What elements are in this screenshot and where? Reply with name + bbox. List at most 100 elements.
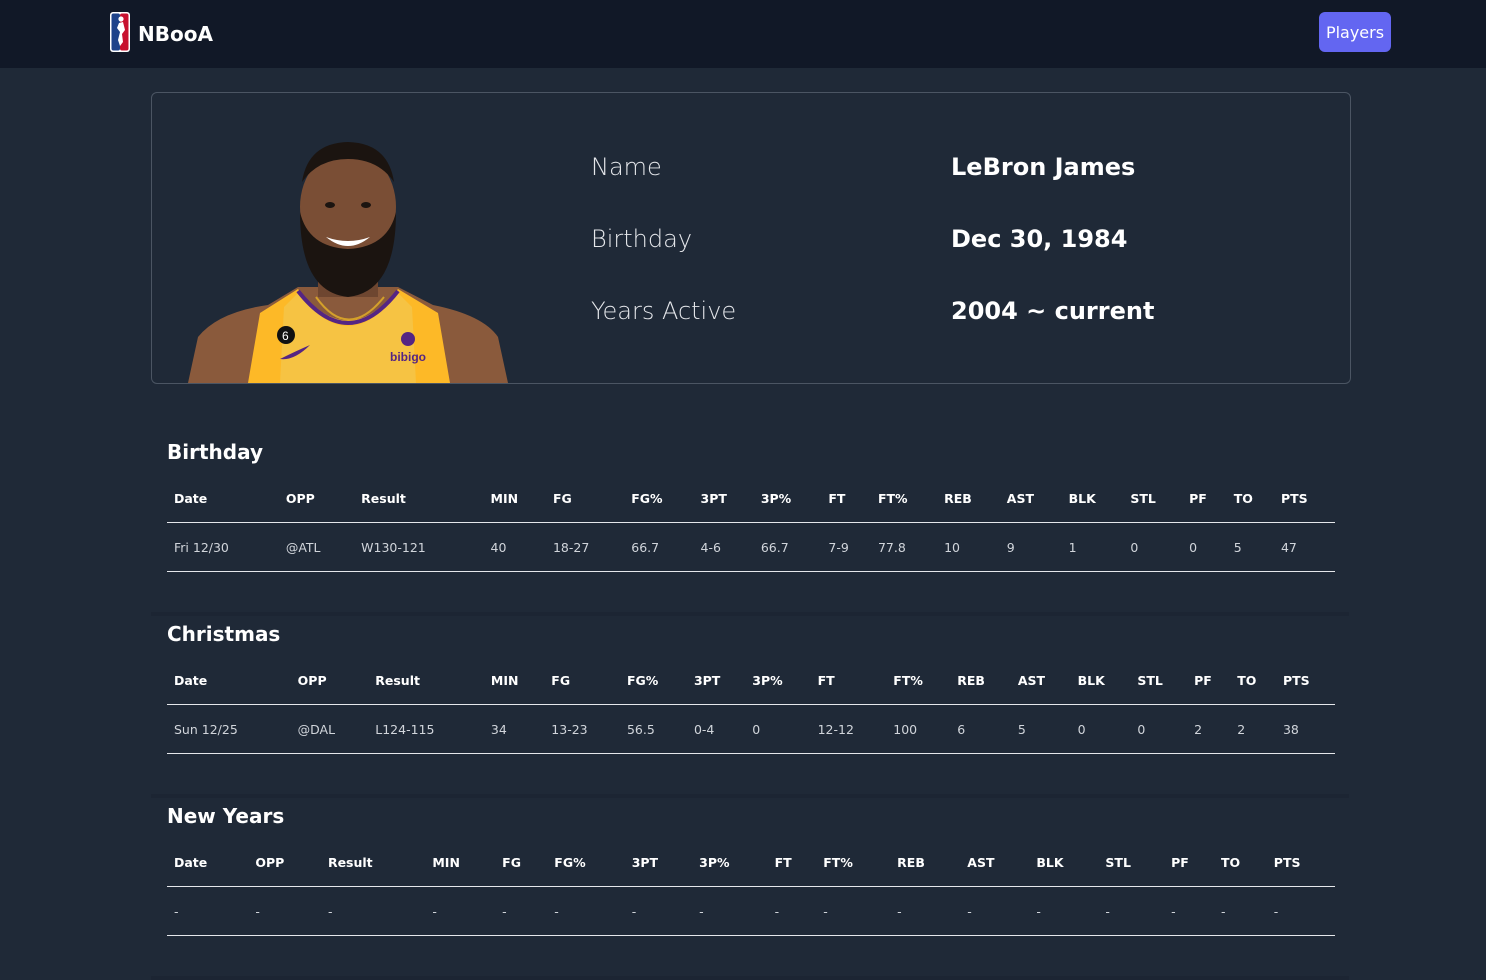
section-divider <box>151 612 1349 616</box>
game-section: Birthday Date OPP Result MIN FG FG% 3PT 3P% FT FT%… <box>151 440 1349 616</box>
section-title: New Years <box>167 804 285 828</box>
game-stats-table: Date OPP Result MIN FG FG% 3PT 3P% FT FT% REB AST BL… <box>167 656 1335 754</box>
column-header: FT% <box>816 838 891 887</box>
game-stats-table: Date OPP Result MIN FG FG% 3PT 3P% FT FT% REB AST BL… <box>167 838 1335 936</box>
table-cell: 12-12 <box>810 704 887 754</box>
column-header: FT <box>821 474 871 523</box>
table-cell: - <box>248 886 321 936</box>
brand[interactable]: NBooA <box>110 12 213 56</box>
section-title: Christmas <box>167 622 281 646</box>
column-header: AST <box>999 474 1062 523</box>
table-cell: - <box>624 886 693 936</box>
section-title: Birthday <box>167 440 263 464</box>
table-cell: - <box>1213 886 1267 936</box>
table-cell: W130-121 <box>354 522 484 572</box>
table-cell: 56.5 <box>619 704 687 754</box>
name-value: LeBron James <box>951 153 1136 181</box>
column-header: TO <box>1230 656 1276 705</box>
years-active-label: Years Active <box>591 297 737 325</box>
game-section: New Years Date OPP Result MIN FG FG% 3PT 3P% FT FT… <box>151 804 1349 980</box>
column-header: FT <box>810 656 887 705</box>
table-cell: - <box>495 886 548 936</box>
column-header: 3PT <box>686 656 746 705</box>
column-header: PF <box>1164 838 1214 887</box>
column-header: BLK <box>1070 656 1131 705</box>
table-cell: 5 <box>1010 704 1071 754</box>
table-cell: L124-115 <box>368 704 484 754</box>
column-header: TO <box>1226 474 1274 523</box>
table-cell: 66.7 <box>753 522 822 572</box>
table-cell: 66.7 <box>624 522 694 572</box>
table-cell: Fri 12/30 <box>167 522 279 572</box>
column-header: AST <box>1010 656 1071 705</box>
table-cell: 47 <box>1273 522 1335 572</box>
column-header: Result <box>368 656 484 705</box>
column-header: STL <box>1123 474 1183 523</box>
column-header: 3P% <box>745 656 811 705</box>
table-header-row: Date OPP Result MIN FG FG% 3PT 3P% FT FT% REB AST BL… <box>167 474 1335 523</box>
column-header: REB <box>937 474 1000 523</box>
table-row: ----------------- <box>167 886 1335 936</box>
player-headshot: 6 bibigo <box>188 137 508 383</box>
column-header: AST <box>960 838 1030 887</box>
table-cell: 77.8 <box>870 522 938 572</box>
column-header: FT% <box>886 656 951 705</box>
column-header: MIN <box>483 474 546 523</box>
table-cell: 0 <box>745 704 811 754</box>
players-button[interactable]: Players <box>1319 12 1391 52</box>
table-cell: - <box>1098 886 1165 936</box>
table-cell: 4-6 <box>693 522 754 572</box>
column-header: FG <box>545 474 625 523</box>
section-divider <box>151 976 1349 980</box>
column-header: FG% <box>619 656 687 705</box>
column-header: STL <box>1130 656 1188 705</box>
column-header: Result <box>354 474 484 523</box>
column-header: FT <box>767 838 817 887</box>
table-header-row: Date OPP Result MIN FG FG% 3PT 3P% FT FT% REB AST BL… <box>167 838 1335 887</box>
table-cell: 10 <box>937 522 1000 572</box>
table-cell: 2 <box>1230 704 1276 754</box>
navbar: NBooA Players <box>0 0 1486 68</box>
table-cell: - <box>425 886 496 936</box>
table-cell: 34 <box>483 704 545 754</box>
table-cell: 7-9 <box>821 522 871 572</box>
table-cell: - <box>1029 886 1099 936</box>
column-header: STL <box>1098 838 1165 887</box>
table-cell: 9 <box>999 522 1062 572</box>
column-header: MIN <box>425 838 496 887</box>
column-header: Date <box>167 474 279 523</box>
table-cell: - <box>547 886 625 936</box>
years-active-value: 2004 ~ current <box>951 297 1155 325</box>
column-header: PF <box>1182 474 1227 523</box>
table-cell: @ATL <box>278 522 355 572</box>
svg-text:6: 6 <box>282 329 289 343</box>
column-header: 3PT <box>624 838 693 887</box>
column-header: REB <box>890 838 961 887</box>
column-header: Date <box>167 838 249 887</box>
table-cell: Sun 12/25 <box>167 704 291 754</box>
table-cell: 18-27 <box>545 522 625 572</box>
name-label: Name <box>591 153 662 181</box>
table-cell: 5 <box>1226 522 1274 572</box>
section-divider <box>151 794 1349 798</box>
table-cell: 6 <box>950 704 1011 754</box>
table-cell: - <box>1266 886 1335 936</box>
column-header: FG <box>495 838 548 887</box>
table-cell: 0 <box>1130 704 1188 754</box>
table-cell: 0 <box>1070 704 1131 754</box>
table-cell: - <box>960 886 1030 936</box>
column-header: MIN <box>483 656 545 705</box>
table-cell: - <box>816 886 891 936</box>
table-cell: 13-23 <box>544 704 620 754</box>
table-cell: - <box>767 886 817 936</box>
table-cell: 0 <box>1123 522 1183 572</box>
table-cell: 2 <box>1187 704 1231 754</box>
column-header: REB <box>950 656 1011 705</box>
table-cell: - <box>320 886 426 936</box>
table-cell: @DAL <box>290 704 369 754</box>
table-header-row: Date OPP Result MIN FG FG% 3PT 3P% FT FT% REB AST BL… <box>167 656 1335 705</box>
column-header: PTS <box>1273 474 1335 523</box>
table-cell: - <box>167 886 249 936</box>
column-header: TO <box>1213 838 1267 887</box>
birthday-value: Dec 30, 1984 <box>951 225 1128 253</box>
